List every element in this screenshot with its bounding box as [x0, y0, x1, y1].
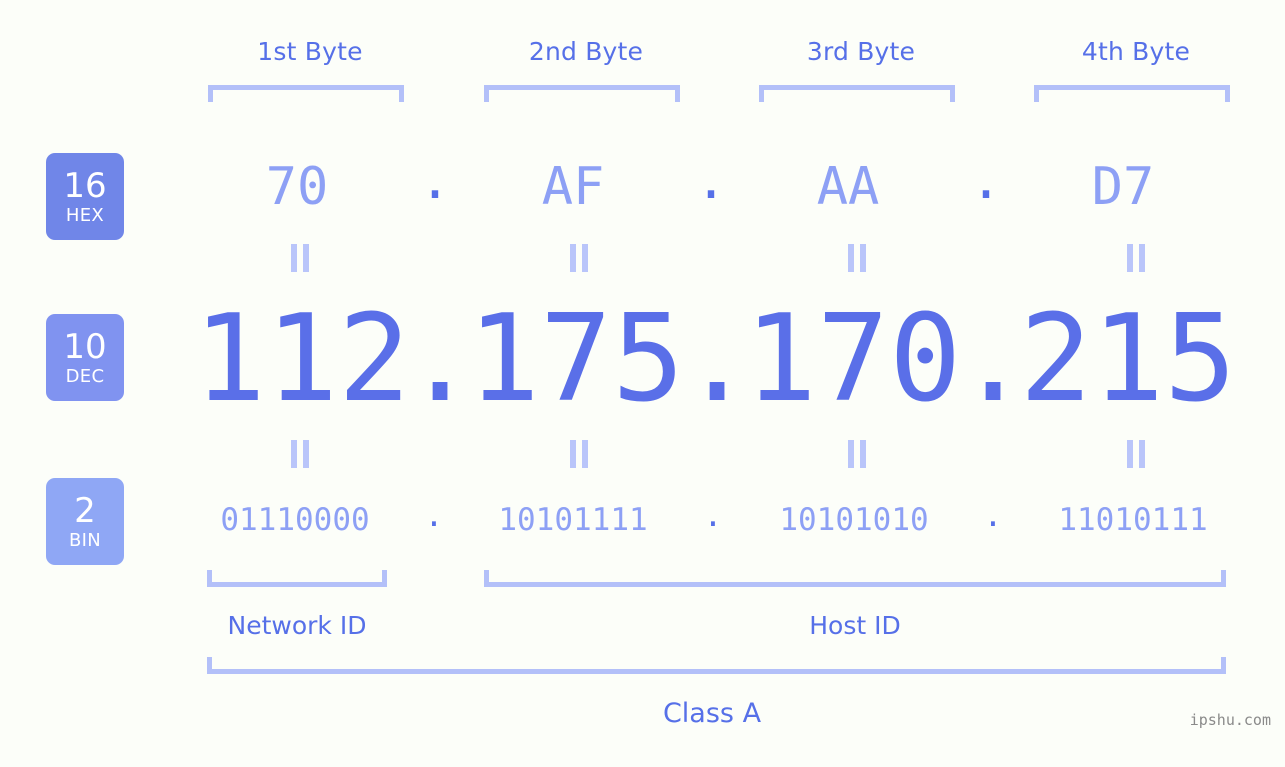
site-watermark: ipshu.com	[1189, 711, 1271, 729]
bin-separator-2: .	[703, 498, 723, 534]
hex-separator-2: .	[695, 151, 727, 211]
byte-bracket-2	[484, 85, 680, 102]
bin-separator-1: .	[424, 498, 444, 534]
ip-address-breakdown-diagram: 1st Byte 2nd Byte 3rd Byte 4th Byte 16 H…	[0, 0, 1285, 767]
equals-icon-hex-dec-4	[1119, 244, 1153, 274]
dec-separator-2: .	[681, 290, 754, 429]
host-id-label: Host ID	[809, 611, 901, 640]
hex-separator-1: .	[419, 151, 451, 211]
class-label: Class A	[662, 698, 762, 729]
network-id-bracket	[207, 570, 387, 587]
hex-octet-1: 70	[265, 157, 329, 217]
network-id-label: Network ID	[227, 611, 367, 640]
equals-icon-hex-dec-2	[562, 244, 596, 274]
host-id-bracket	[484, 570, 1226, 587]
dec-octet-3: 170	[744, 290, 962, 429]
hex-octet-2: AF	[541, 157, 605, 217]
equals-icon-dec-bin-2	[562, 440, 596, 470]
hex-octet-3: AA	[816, 157, 880, 217]
byte-bracket-1	[208, 85, 404, 102]
dec-octet-4: 215	[1019, 290, 1237, 429]
dec-separator-3: .	[957, 290, 1030, 429]
byte-header-3: 3rd Byte	[806, 37, 916, 66]
hex-octet-4: D7	[1091, 157, 1155, 217]
dec-row: 112 . 175 . 170 . 215	[0, 300, 1285, 424]
bin-octet-2: 10101111	[498, 502, 648, 538]
hex-row: 70 . AF . AA . D7	[0, 151, 1285, 219]
dec-octet-1: 112	[193, 290, 411, 429]
bin-octet-1: 01110000	[220, 502, 370, 538]
byte-bracket-3	[759, 85, 955, 102]
equals-icon-dec-bin-4	[1119, 440, 1153, 470]
equals-icon-dec-bin-1	[283, 440, 317, 470]
byte-header-2: 2nd Byte	[528, 37, 644, 66]
byte-header-4: 4th Byte	[1081, 37, 1191, 66]
bin-octet-3: 10101010	[779, 502, 929, 538]
class-bracket	[207, 657, 1226, 674]
equals-icon-dec-bin-3	[840, 440, 874, 470]
byte-header-1: 1st Byte	[257, 37, 363, 66]
equals-icon-hex-dec-3	[840, 244, 874, 274]
dec-octet-2: 175	[467, 290, 685, 429]
bin-separator-3: .	[983, 498, 1003, 534]
equals-icon-hex-dec-1	[283, 244, 317, 274]
bin-octet-4: 11010111	[1058, 502, 1208, 538]
byte-bracket-4	[1034, 85, 1230, 102]
dec-separator-1: .	[404, 290, 477, 429]
hex-separator-3: .	[970, 151, 1002, 211]
bin-row: 01110000 . 10101111 . 10101010 . 1101011…	[0, 498, 1285, 544]
